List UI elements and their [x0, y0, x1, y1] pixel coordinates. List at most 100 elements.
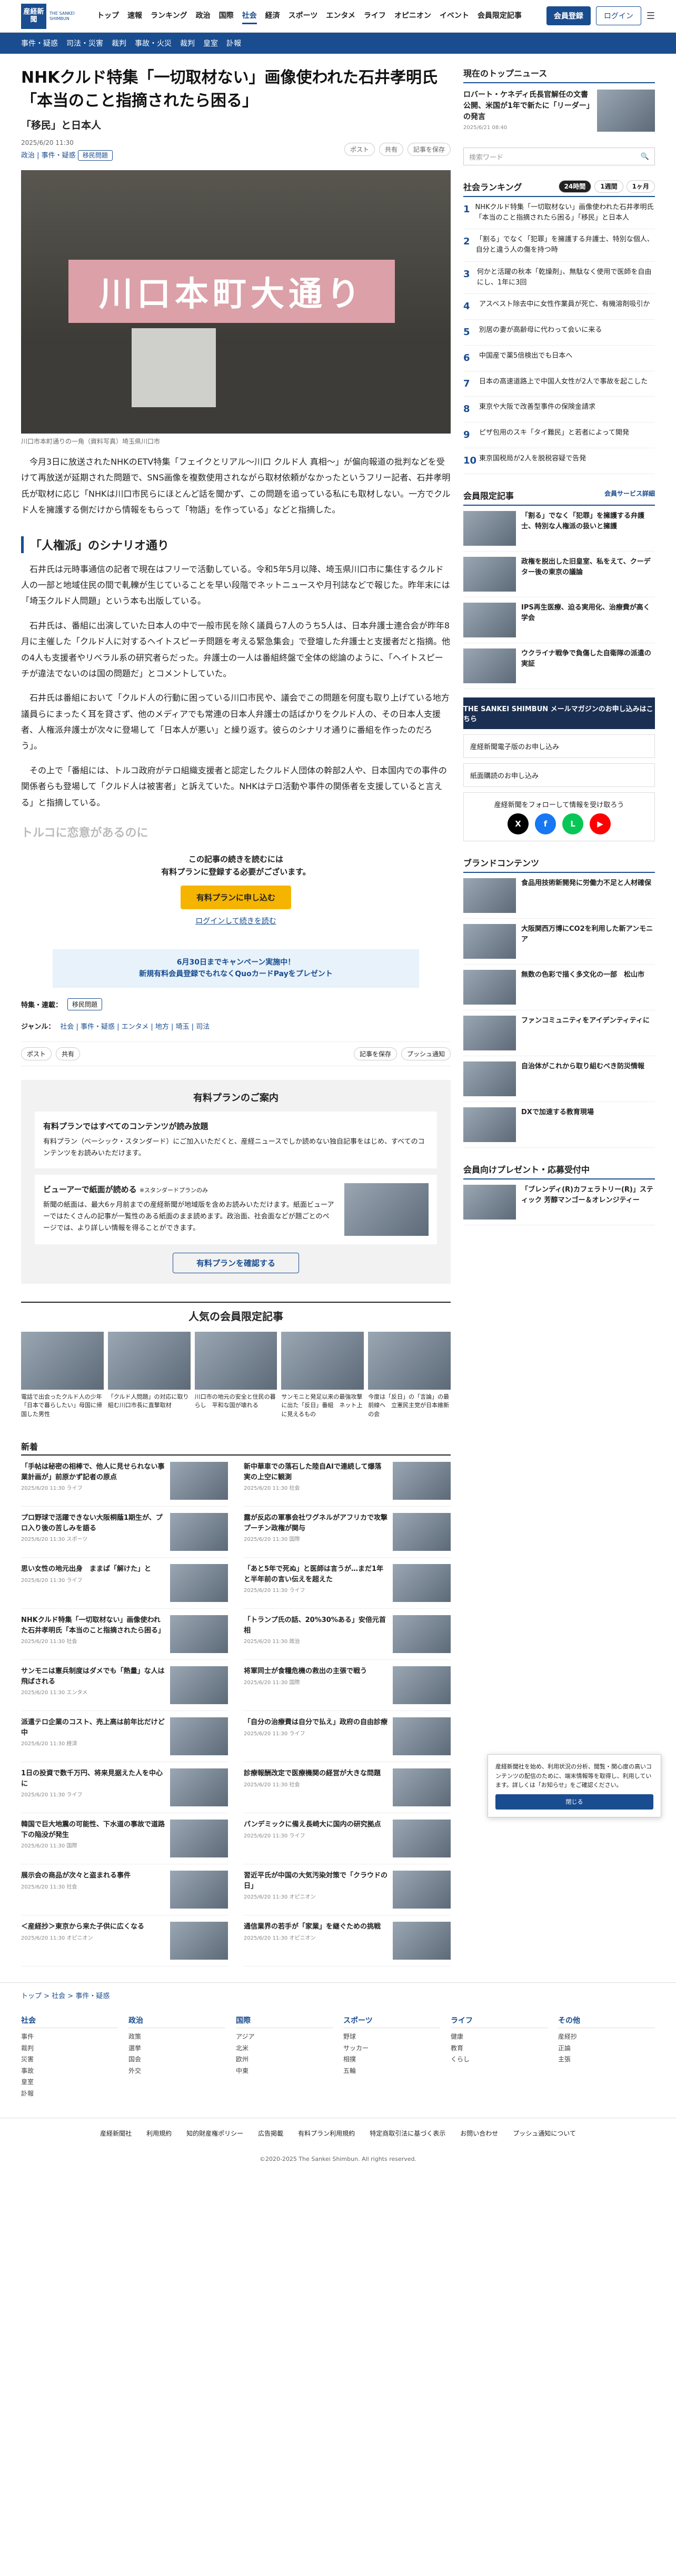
subnav-item[interactable]: 司法・災害 [66, 38, 103, 48]
footer-link[interactable]: 特定商取引法に基づく表示 [370, 2129, 445, 2138]
register-button[interactable]: 会員登録 [546, 6, 591, 25]
news-item[interactable]: 展示会の商品が次々と盗まれる事件 2025/6/20 11:30 社会 [21, 1864, 228, 1915]
ranking-item[interactable]: 1 NHKクルド特集「一切取材ない」画像使われた石井孝明氏「本当のこと指摘されたら… [463, 197, 655, 230]
footer-col-link[interactable]: 外交 [128, 2066, 225, 2077]
footer-col-link[interactable]: 主張 [558, 2054, 655, 2066]
member-item[interactable]: ウクライナ戦争で負傷した自衛隊の派遣の実証 [463, 643, 655, 690]
nav-item[interactable]: イベント [440, 8, 469, 24]
footer-col-head[interactable]: ライフ [451, 2015, 548, 2028]
ranking-tab[interactable]: 1週間 [594, 180, 623, 193]
newsletter-banner[interactable]: THE SANKEI SHIMBUN メールマガジンのお申し込みはこちら [463, 697, 655, 730]
news-item[interactable]: 露が反応の軍事会社ワグネルがアフリカで攻撃 プーチン政権が関与 2025/6/20… [244, 1507, 451, 1558]
x-icon[interactable]: X [508, 813, 529, 835]
footer-link[interactable]: 有料プラン利用規約 [298, 2129, 355, 2138]
footer-link[interactable]: お問い合わせ [460, 2129, 498, 2138]
footer-col-link[interactable]: 裁判 [21, 2043, 118, 2054]
bookmark-button[interactable]: 記事を保存 [407, 143, 451, 156]
ranking-item[interactable]: 9 ピザ包用のスキ「タイ難民」と若者によって開発 [463, 422, 655, 449]
footer-col-link[interactable]: 教育 [451, 2043, 548, 2054]
footer-link[interactable]: 知的財産権ポリシー [186, 2129, 243, 2138]
news-item[interactable]: 1日の投資で数千万円、将来見据えた人を中心に 2025/6/20 11:30 ライ… [21, 1762, 228, 1813]
ranking-item[interactable]: 10 東京国税局が2人を脱税容疑で告発 [463, 448, 655, 475]
news-item[interactable]: プロ野球で活躍できない大阪桐蔭1期生が、プロ入り後の苦しみを語る 2025/6/2… [21, 1507, 228, 1558]
nav-item[interactable]: 政治 [196, 8, 211, 24]
footer-col-link[interactable]: 野球 [343, 2031, 440, 2043]
genre-links[interactable]: 社会 | 事件・疑惑 | エンタメ | 地方 | 埼玉 | 司法 [60, 1021, 210, 1031]
footer-col-link[interactable]: 五輪 [343, 2066, 440, 2077]
nav-item[interactable]: 国際 [219, 8, 234, 24]
news-item[interactable]: 「トランプ氏の話、20%30%ある」安倍元首相 2025/6/20 11:30 政… [244, 1609, 451, 1660]
ranking-item[interactable]: 4 アスベスト除去中に女性作業員が死亡、有機溶剤吸引か [463, 294, 655, 320]
push-button[interactable]: プッシュ通知 [401, 1047, 451, 1060]
news-item[interactable]: 「あと5年で死ぬ」と医師は言うが…まだ1年と半年前の言い伝えを超えた 2025/6… [244, 1558, 451, 1609]
login-continue-link[interactable]: ログインして続きを読む [21, 916, 451, 926]
nav-item[interactable]: 会員限定記事 [478, 8, 522, 24]
share-button[interactable]: 共有 [379, 143, 403, 156]
footer-col-head[interactable]: 国際 [236, 2015, 333, 2028]
footer-col-link[interactable]: 災害 [21, 2054, 118, 2066]
subscribe-button[interactable]: 有料プランに申し込む [180, 886, 291, 910]
ranking-item[interactable]: 7 日本の高速道路上で中国人女性が2人で事故を起こした [463, 371, 655, 397]
subnav-item[interactable]: 訃報 [226, 38, 241, 48]
tag-link[interactable]: 事件・疑惑 [42, 152, 76, 160]
popular-item[interactable]: 電話で出会ったクルド人の少年 「日本で暮らしたい」母国に帰国した男性 [21, 1331, 108, 1419]
news-item[interactable]: 通信業界の若手が「家業」を継ぐための挑戦 2025/6/20 11:30 オピニオ… [244, 1915, 451, 1967]
news-item[interactable]: サンモニは憲兵制度はダメでも「熱量」な人は飛ばされる 2025/6/20 11:3… [21, 1660, 228, 1711]
brand-item[interactable]: DXで加速する教育現場 [463, 1102, 655, 1148]
youtube-icon[interactable]: ▶ [590, 813, 611, 835]
footer-col-link[interactable]: サッカー [343, 2043, 440, 2054]
news-item[interactable]: 「自分の治療費は自分で払え」政府の自由診療 2025/6/20 11:30 ライフ [244, 1711, 451, 1762]
footer-col-link[interactable]: 事件 [21, 2031, 118, 2043]
ranking-tab[interactable]: 24時間 [558, 180, 592, 193]
subnav-item[interactable]: 事故・火災 [135, 38, 172, 48]
footer-col-link[interactable]: くらし [451, 2054, 548, 2066]
footer-col-link[interactable]: 国会 [128, 2054, 225, 2066]
news-item[interactable]: 韓国で巨大地震の可能性、下水道の事故で道路下の陥没が発生 2025/6/20 11… [21, 1813, 228, 1864]
present-item[interactable]: 「ブレンディ(R)カフェラトリー(R)」スティック 芳醇マンゴー＆オレンジティー [463, 1179, 655, 1226]
subnav-item[interactable]: 事件・疑惑 [21, 38, 58, 48]
ranking-item[interactable]: 3 何かと活躍の秋本「乾燥剤」、無駄なく使用で医師を自由にし、1年に3回 [463, 262, 655, 294]
x-post-button[interactable]: ポスト [21, 1047, 52, 1060]
footer-col-link[interactable]: 正論 [558, 2043, 655, 2054]
popular-item[interactable]: 「クルド人問題」の対応に取り組む川口市長に直撃取材 [107, 1331, 191, 1419]
footer-link[interactable]: 広告掲載 [258, 2129, 283, 2138]
brand-item[interactable]: 自治体がこれから取り組むべき防災情報 [463, 1056, 655, 1103]
search-input[interactable]: 検索ワード 🔍 [463, 148, 655, 165]
brand-item[interactable]: 食品用技術新開発に労働力不足と人材確保 [463, 873, 655, 919]
popular-item[interactable]: サンモニと発足以来の最強攻撃に出た「反日」番組 ネット上に見えるもの [281, 1331, 364, 1419]
nav-item[interactable]: 速報 [127, 8, 142, 24]
footer-col-link[interactable]: 中東 [236, 2066, 333, 2077]
plan-check-button[interactable]: 有料プランを確認する [173, 1252, 299, 1273]
news-item[interactable]: 派遣テロ企業のコスト、売上高は前年比だけど中 2025/6/20 11:30 経済 [21, 1711, 228, 1762]
brand-item[interactable]: 大阪関西万博にCO2を利用した新アンモニア [463, 919, 655, 965]
series-badge[interactable]: 移民問題 [67, 998, 103, 1010]
ranking-item[interactable]: 2 「割る」でなく「犯罪」を擁護する弁護士、特別な個人、自分と違う人の傷を持つ時 [463, 229, 655, 262]
paper-subscribe-link[interactable]: 紙面購読のお申し込み [463, 763, 655, 788]
hamburger-menu-icon[interactable]: ☰ [647, 11, 655, 22]
popular-item[interactable]: 今度は「反日」の「言論」の最前線へ 立憲民主党が日本維新の会 [368, 1331, 451, 1419]
breadcrumb[interactable]: トップ > 社会 > 事件・疑惑 [0, 1982, 676, 2008]
ranking-tab[interactable]: 1ヶ月 [626, 180, 655, 193]
footer-col-link[interactable]: 産経抄 [558, 2031, 655, 2043]
footer-col-link[interactable]: 北米 [236, 2043, 333, 2054]
footer-link[interactable]: プッシュ通知について [513, 2129, 576, 2138]
ranking-item[interactable]: 5 別居の妻が高齢母に代わって会いに来る [463, 320, 655, 346]
nav-item[interactable]: トップ [97, 8, 119, 24]
footer-col-link[interactable]: 欧州 [236, 2054, 333, 2066]
footer-col-link[interactable]: 事故 [21, 2066, 118, 2077]
popular-item[interactable]: 川口市の地元の安全と住民の暮らし 平和な国が壊れる [194, 1331, 277, 1419]
tag-badge[interactable]: 移民問題 [77, 150, 113, 161]
footer-col-link[interactable]: 政策 [128, 2031, 225, 2043]
bookmark-button[interactable]: 記事を保存 [353, 1047, 397, 1060]
news-item[interactable]: 診療報酬改定で医療機関の経営が大きな問題 2025/6/20 11:30 社会 [244, 1762, 451, 1813]
site-logo[interactable]: 産経新聞 [21, 3, 46, 29]
subnav-item[interactable]: 裁判 [112, 38, 126, 48]
brand-item[interactable]: 無数の色彩で描く多文化の一部 松山市 [463, 965, 655, 1011]
nav-item[interactable]: 社会 [242, 8, 257, 24]
tag-link[interactable]: 政治 [21, 152, 35, 160]
news-item[interactable]: NHKクルド特集「一切取材ない」画像使われた石井孝明氏「本当のこと指摘されたら困… [21, 1609, 228, 1660]
news-item[interactable]: パンデミックに備え長崎大に国内の研究拠点 2025/6/20 11:30 ライフ [244, 1813, 451, 1864]
member-item[interactable]: 政権を脱出した旧皇室、私をえて、クーデター後の東京の議論 [463, 552, 655, 598]
nav-item[interactable]: オピニオン [394, 8, 431, 24]
footer-col-link[interactable]: 訃報 [21, 2088, 118, 2100]
